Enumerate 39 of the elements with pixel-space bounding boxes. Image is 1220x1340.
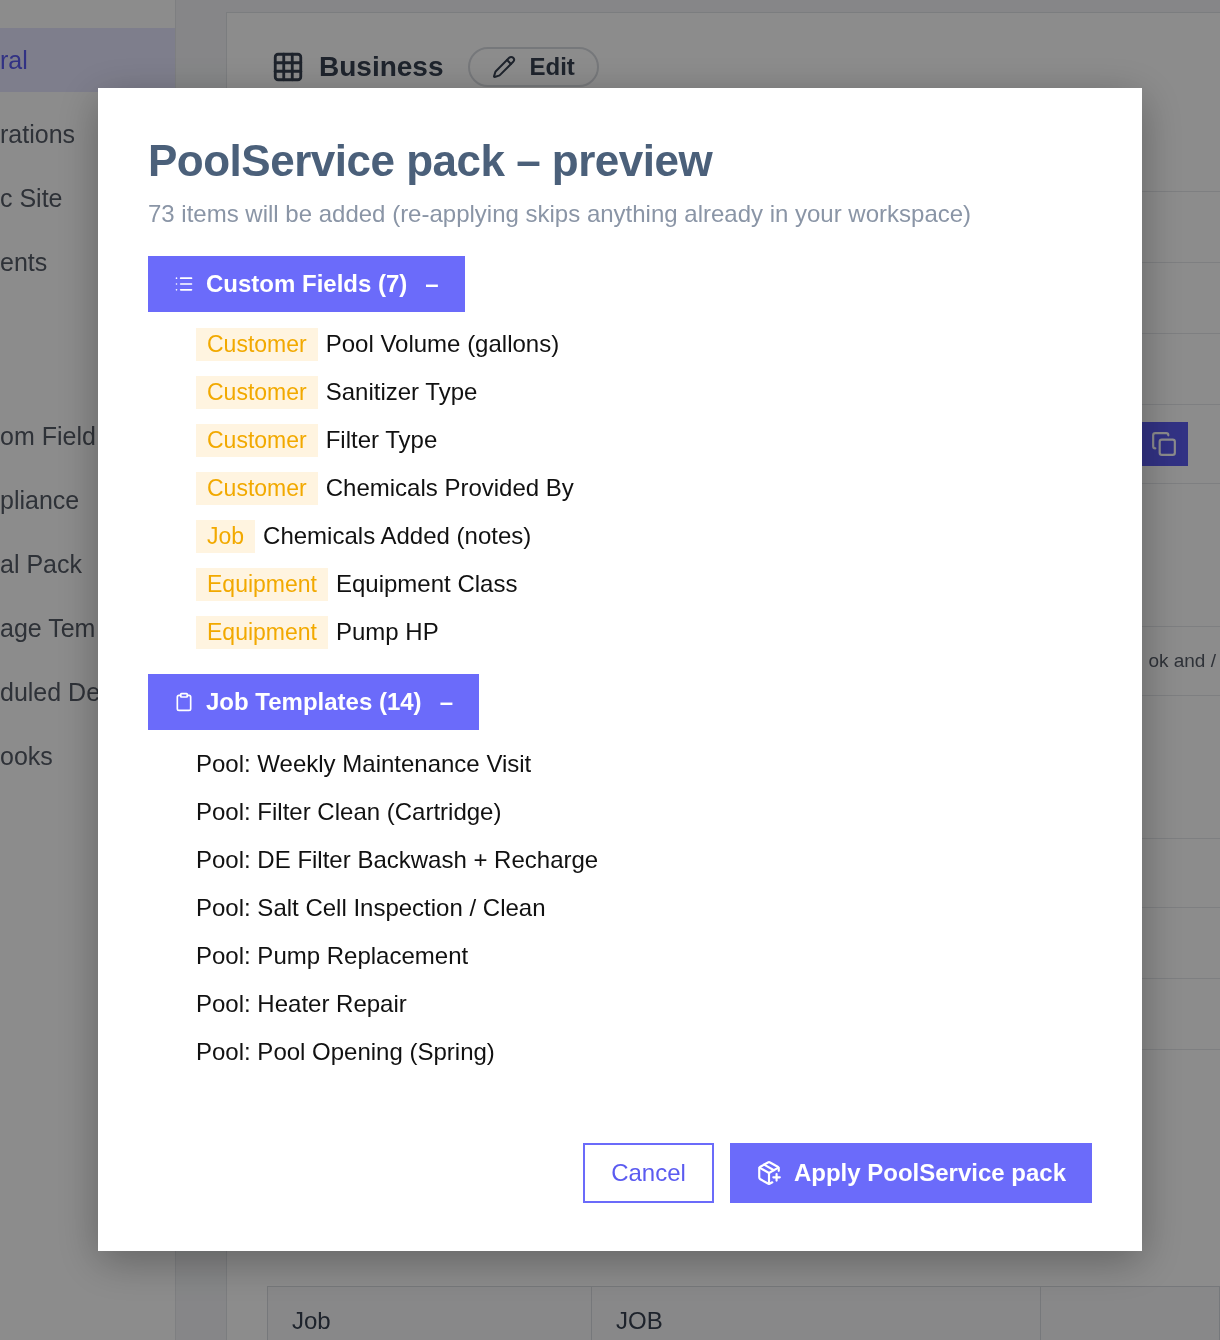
clipboard-icon: [174, 692, 194, 712]
pencil-icon: [491, 55, 516, 79]
field-name: Sanitizer Type: [325, 378, 478, 406]
edit-button[interactable]: Edit: [467, 47, 599, 87]
template-name: Pool: DE Filter Backwash + Recharge: [196, 846, 599, 874]
dialog-title: PoolService pack – preview: [148, 136, 714, 186]
package-icon: [755, 1160, 782, 1186]
field-name: Filter Type: [325, 426, 438, 454]
table-cell: Job: [268, 1287, 592, 1340]
list-icon: [174, 274, 194, 294]
entity-tag: Customer: [196, 471, 318, 505]
cancel-button[interactable]: Cancel: [583, 1143, 714, 1203]
entity-tag: Customer: [196, 327, 318, 361]
entity-tag: Job: [196, 519, 256, 553]
field-name: Chemicals Provided By: [325, 474, 574, 502]
field-name: Equipment Class: [335, 570, 518, 598]
apply-button[interactable]: Apply PoolService pack: [729, 1143, 1092, 1203]
copy-button[interactable]: [1140, 422, 1188, 466]
entity-tag: Customer: [196, 423, 318, 457]
field-name: Chemicals Added (notes): [263, 522, 532, 550]
entity-tag: Equipment: [196, 567, 328, 601]
copy-icon: [1151, 431, 1177, 457]
card-title: Business: [319, 51, 444, 83]
field-name: Pump HP: [335, 618, 439, 646]
template-name: Pool: Heater Repair: [196, 990, 407, 1018]
template-name: Pool: Filter Clean (Cartridge): [196, 798, 502, 826]
entity-tag: Equipment: [196, 615, 328, 649]
template-name: Pool: Salt Cell Inspection / Clean: [196, 894, 546, 922]
table-cell: JOB: [592, 1287, 1041, 1340]
entity-tag: Customer: [196, 375, 318, 409]
section-toggle[interactable]: Job Templates (14) –: [148, 674, 479, 730]
template-name: Pool: Pump Replacement: [196, 942, 469, 970]
sidebar-item[interactable]: ral: [0, 28, 175, 92]
template-name: Pool: Pool Opening (Spring): [196, 1038, 495, 1066]
row-text: ok and /: [1148, 650, 1216, 672]
dialog-subtitle: 73 items will be added (re-applying skips anything already in your workspace): [148, 200, 973, 228]
template-name: Pool: Weekly Maintenance Visit: [196, 750, 532, 778]
section-toggle[interactable]: Custom Fields (7) –: [148, 256, 465, 312]
field-name: Pool Volume (gallons): [325, 330, 560, 358]
